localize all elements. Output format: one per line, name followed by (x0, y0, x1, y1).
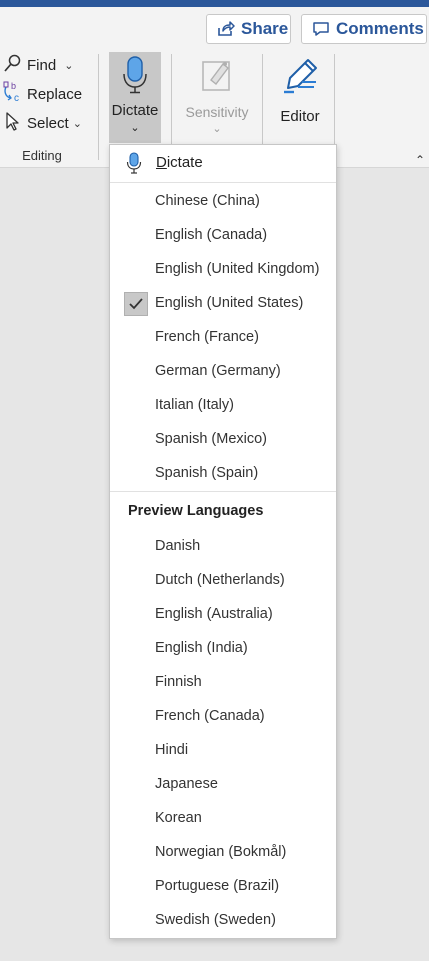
cursor-arrow-icon (3, 111, 23, 135)
language-label: Spanish (Mexico) (155, 431, 268, 447)
dictate-label: Dictate (111, 102, 159, 119)
group-divider (98, 54, 99, 160)
menu-divider (110, 182, 336, 183)
language-menu-item[interactable]: English (United Kingdom) (110, 253, 336, 287)
language-menu-item[interactable]: Italian (Italy) (110, 389, 336, 423)
language-label: Spanish (Spain) (155, 465, 259, 481)
title-bar (0, 0, 429, 7)
dictate-menu-item[interactable]: Dictate (110, 145, 336, 182)
preview-language-menu-item[interactable]: Danish (110, 530, 336, 564)
language-label: English (United Kingdom) (155, 261, 320, 277)
language-label: Italian (Italy) (155, 397, 234, 413)
language-label: Hindi (155, 742, 189, 758)
preview-language-menu-item[interactable]: Japanese (110, 768, 336, 802)
editor-pen-icon (280, 56, 320, 100)
dictate-menu-label: Dictate (156, 154, 203, 171)
share-label: Share (241, 19, 289, 38)
language-label: Norwegian (Bokmål) (155, 844, 287, 860)
preview-language-menu-item[interactable]: English (India) (110, 632, 336, 666)
language-menu-item[interactable]: English (United States) (110, 287, 336, 321)
comment-icon (312, 21, 330, 37)
find-icon (3, 53, 23, 77)
replace-icon: bc (3, 81, 23, 107)
editor-button[interactable]: Editor (272, 52, 328, 125)
chevron-down-icon: ⌄ (64, 59, 74, 72)
language-label: Swedish (Sweden) (155, 912, 276, 928)
select-button[interactable]: Select ⌄ (3, 111, 82, 135)
svg-text:c: c (14, 93, 19, 103)
preview-language-menu-item[interactable]: Norwegian (Bokmål) (110, 836, 336, 870)
language-label: Danish (155, 538, 201, 554)
language-label: English (Canada) (155, 227, 268, 243)
checkmark-icon (124, 292, 148, 316)
share-icon (217, 21, 235, 37)
comments-label: Comments (336, 19, 424, 38)
preview-language-menu-item[interactable]: English (Australia) (110, 598, 336, 632)
find-label: Find (27, 56, 57, 74)
preview-language-menu-item[interactable]: Dutch (Netherlands) (110, 564, 336, 598)
collapse-ribbon-icon[interactable]: ⌃ (415, 153, 425, 167)
preview-languages-heading: Preview Languages (128, 503, 264, 519)
find-button[interactable]: Find ⌄ (3, 53, 73, 77)
language-label: English (United States) (155, 295, 304, 311)
comments-button[interactable]: Comments (301, 14, 427, 44)
sensitivity-label: Sensitivity (185, 104, 249, 120)
language-label: Japanese (155, 776, 218, 792)
microphone-icon (122, 56, 148, 98)
preview-language-menu-item[interactable]: Hindi (110, 734, 336, 768)
select-label: Select (27, 114, 69, 132)
language-label: English (Australia) (155, 606, 273, 622)
language-label: English (India) (155, 640, 248, 656)
preview-language-menu-item[interactable]: Finnish (110, 666, 336, 700)
chevron-down-icon: ⌄ (130, 122, 140, 134)
preview-language-menu-item[interactable]: Korean (110, 802, 336, 836)
language-menu-item[interactable]: English (Canada) (110, 219, 336, 253)
preview-language-menu-item[interactable]: Swedish (Sweden) (110, 904, 336, 938)
language-label: French (Canada) (155, 708, 265, 724)
language-label: Chinese (China) (155, 193, 260, 209)
dictate-button[interactable]: Dictate ⌄ (109, 52, 161, 143)
language-label: Korean (155, 810, 202, 826)
dictate-language-menu: Dictate Chinese (China) English (Canada) E… (109, 144, 337, 939)
language-label: Portuguese (Brazil) (155, 878, 280, 894)
language-menu-item[interactable]: Spanish (Spain) (110, 457, 336, 491)
language-label: French (France) (155, 329, 259, 345)
sensitivity-button[interactable]: Sensitivity ⌄ (182, 52, 252, 135)
language-menu-item[interactable]: French (France) (110, 321, 336, 355)
language-menu-item[interactable]: Spanish (Mexico) (110, 423, 336, 457)
microphone-icon (126, 152, 142, 179)
language-menu-item[interactable]: Chinese (China) (110, 185, 336, 219)
language-menu-item[interactable]: German (Germany) (110, 355, 336, 389)
preview-language-menu-item[interactable]: Portuguese (Brazil) (110, 870, 336, 904)
replace-button[interactable]: bc Replace (3, 81, 83, 107)
sensitivity-icon (199, 56, 235, 96)
chevron-down-icon: ⌄ (212, 123, 222, 135)
share-button[interactable]: Share (206, 14, 291, 44)
language-label: German (Germany) (155, 363, 281, 379)
preview-language-menu-item[interactable]: French (Canada) (110, 700, 336, 734)
replace-label: Replace (27, 85, 83, 103)
editing-group-label: Editing (22, 148, 62, 163)
svg-text:b: b (11, 81, 16, 91)
editor-label: Editor (280, 108, 320, 125)
menu-divider (110, 491, 336, 492)
language-label: Finnish (155, 674, 202, 690)
language-label: Dutch (Netherlands) (155, 572, 285, 588)
chevron-down-icon: ⌄ (72, 117, 82, 130)
